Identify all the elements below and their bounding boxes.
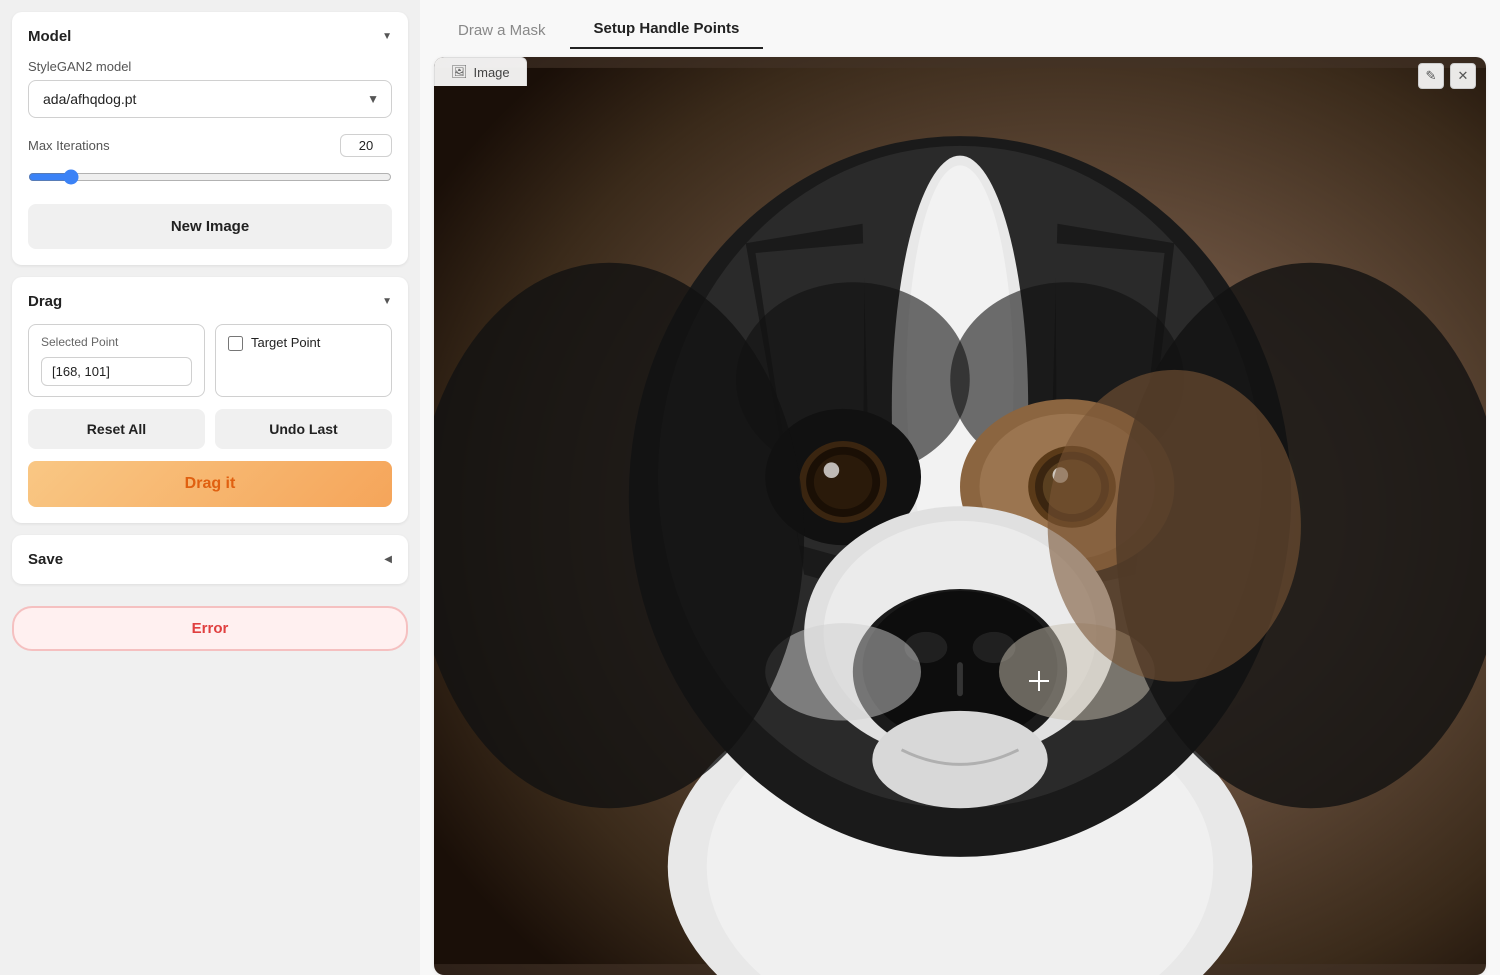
edit-icon: ✎ bbox=[1426, 68, 1437, 84]
model-card-title: Model bbox=[28, 28, 71, 45]
tab-setup-handle-points[interactable]: Setup Handle Points bbox=[570, 10, 764, 49]
selected-point-box: Selected Point [168, 101] bbox=[28, 324, 205, 397]
image-tab-label: Image bbox=[474, 65, 510, 80]
action-row: Reset All Undo Last bbox=[28, 409, 392, 449]
drag-card: Drag ▼ Selected Point [168, 101] Target … bbox=[12, 277, 408, 523]
undo-last-button[interactable]: Undo Last bbox=[215, 409, 392, 449]
selected-point-label: Selected Point bbox=[41, 335, 192, 349]
max-iterations-value: 20 bbox=[340, 134, 392, 157]
target-point-checkbox[interactable] bbox=[228, 336, 243, 351]
reset-all-button[interactable]: Reset All bbox=[28, 409, 205, 449]
iterations-row: Max Iterations 20 bbox=[28, 134, 392, 157]
save-card-header[interactable]: Save ◀ bbox=[28, 551, 392, 568]
dog-illustration bbox=[434, 57, 1486, 975]
drag-chevron-icon: ▼ bbox=[382, 296, 392, 307]
save-card-title: Save bbox=[28, 551, 63, 568]
target-point-label: Target Point bbox=[251, 335, 320, 350]
model-select[interactable]: ada/afhqdog.pt ada/afhqcat.pt ada/afhqwi… bbox=[29, 81, 391, 117]
image-panel: 🖼 Image ✎ ✕ bbox=[434, 57, 1486, 975]
new-image-button[interactable]: New Image bbox=[28, 204, 392, 249]
close-icon: ✕ bbox=[1458, 68, 1469, 84]
iterations-slider[interactable] bbox=[28, 169, 392, 185]
model-label: StyleGAN2 model bbox=[28, 59, 392, 74]
image-tab-bar: 🖼 Image bbox=[434, 57, 527, 86]
model-card: Model ▼ StyleGAN2 model ada/afhqdog.pt a… bbox=[12, 12, 408, 265]
panel-controls: ✎ ✕ bbox=[1418, 63, 1476, 89]
tab-draw-mask[interactable]: Draw a Mask bbox=[434, 12, 570, 49]
image-tab[interactable]: 🖼 Image bbox=[434, 57, 527, 86]
drag-card-title: Drag bbox=[28, 293, 62, 310]
error-button[interactable]: Error bbox=[12, 606, 408, 651]
right-panel: Draw a Mask Setup Handle Points 🖼 Image … bbox=[420, 0, 1500, 975]
image-tab-icon: 🖼 bbox=[451, 64, 468, 80]
tabs-row: Draw a Mask Setup Handle Points bbox=[434, 10, 1486, 49]
left-panel: Model ▼ StyleGAN2 model ada/afhqdog.pt a… bbox=[0, 0, 420, 975]
dog-image[interactable] bbox=[434, 57, 1486, 975]
save-chevron-icon: ◀ bbox=[384, 554, 392, 565]
model-card-header[interactable]: Model ▼ bbox=[28, 28, 392, 45]
close-panel-button[interactable]: ✕ bbox=[1450, 63, 1476, 89]
points-row: Selected Point [168, 101] Target Point bbox=[28, 324, 392, 397]
selected-point-value: [168, 101] bbox=[41, 357, 192, 386]
max-iterations-label: Max Iterations bbox=[28, 138, 110, 153]
edit-panel-button[interactable]: ✎ bbox=[1418, 63, 1444, 89]
save-card: Save ◀ bbox=[12, 535, 408, 584]
drag-it-button[interactable]: Drag it bbox=[28, 461, 392, 507]
drag-card-header[interactable]: Drag ▼ bbox=[28, 293, 392, 310]
target-point-box: Target Point bbox=[215, 324, 392, 397]
model-chevron-icon: ▼ bbox=[382, 31, 392, 42]
model-select-wrapper: ada/afhqdog.pt ada/afhqcat.pt ada/afhqwi… bbox=[28, 80, 392, 118]
